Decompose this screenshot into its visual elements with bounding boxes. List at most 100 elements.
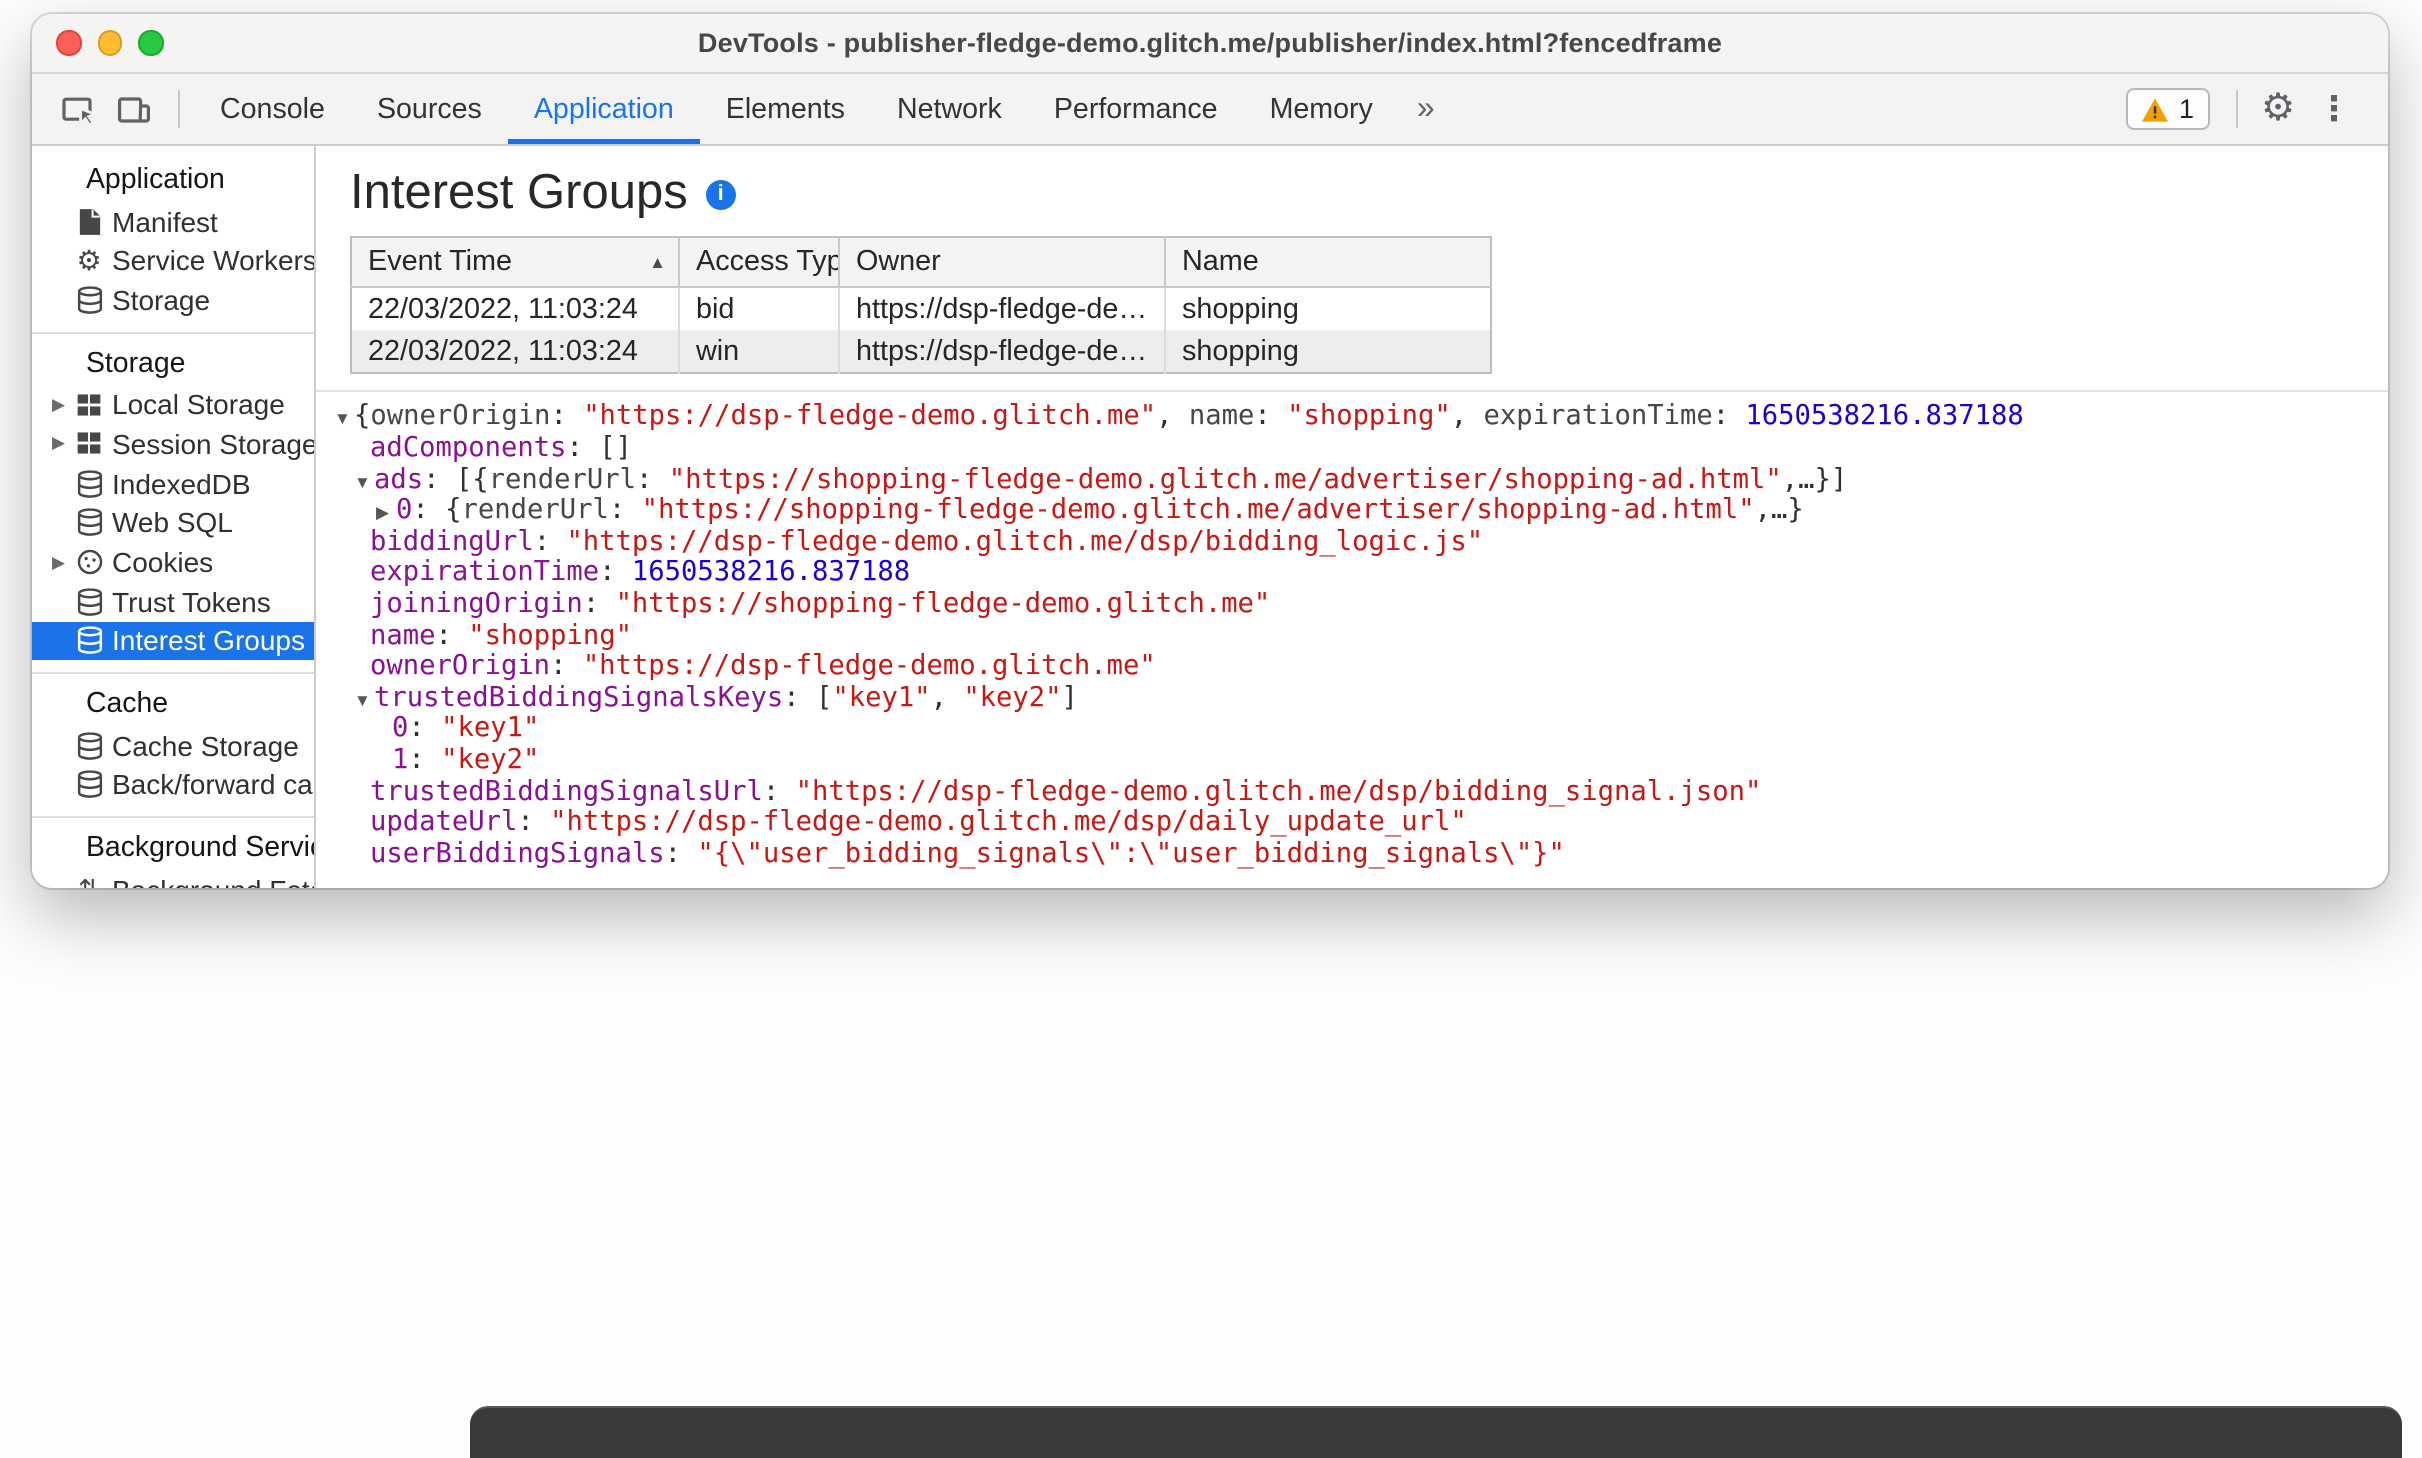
table-row[interactable]: 22/03/2022, 11:03:24 win https://dsp-fledg… xyxy=(351,330,1491,374)
sidebar-item-label: Back/forward cache xyxy=(112,768,314,801)
json-prop: adComponents xyxy=(370,431,567,464)
expand-arrow-icon[interactable]: ▶ xyxy=(52,433,74,455)
json-plain: : xyxy=(664,837,698,870)
sidebar-item-storage[interactable]: Storage xyxy=(32,280,314,319)
json-prop: 0 xyxy=(396,494,413,527)
sidebar-item-background-fetch[interactable]: ⇅ Background Fetch xyxy=(32,870,314,888)
tab-elements[interactable]: Elements xyxy=(700,74,871,144)
table-body: 22/03/2022, 11:03:24 bid https://dsp-fledg… xyxy=(351,287,1491,374)
disclosure-expanded-icon[interactable]: ▼ xyxy=(334,405,354,436)
sidebar-item-label: Session Storage xyxy=(112,427,316,460)
console-warnings-badge[interactable]: 1 xyxy=(2126,88,2210,130)
tree-row[interactable]: ▶ 0: {renderUrl: "https://shopping-fledge… xyxy=(316,494,2388,527)
disclosure-expanded-icon[interactable]: ▼ xyxy=(354,685,374,716)
json-plain: : xyxy=(582,587,616,620)
tab-memory[interactable]: Memory xyxy=(1244,74,1399,144)
devtools-body: Application Manifest ⚙ Service Workers Stora… xyxy=(32,146,2388,888)
column-label: Owner xyxy=(856,246,941,278)
column-header-name[interactable]: Name xyxy=(1165,237,1491,288)
json-plain: ] xyxy=(1061,681,1078,714)
tree-row[interactable]: trustedBiddingSignalsUrl: "https://dsp-f… xyxy=(316,775,2388,808)
table-cell: bid xyxy=(679,287,840,331)
devtools-toolbar: Console Sources Application Elements Network… xyxy=(32,74,2388,146)
tree-row[interactable]: 1: "key2" xyxy=(316,744,2388,777)
tree-row[interactable]: joiningOrigin: "https://shopping-fledge-… xyxy=(316,587,2388,621)
tree-row[interactable]: userBiddingSignals: "{\"user_bidding_sig… xyxy=(316,837,2388,870)
json-plain: : xyxy=(533,525,567,558)
tree-row[interactable]: name: "shopping" xyxy=(316,619,2388,652)
json-plain: : xyxy=(550,650,583,683)
sidebar-item-session-storage[interactable]: ▶ Session Storage xyxy=(32,424,314,463)
info-icon[interactable]: i xyxy=(705,179,736,209)
column-label: Access Type xyxy=(696,246,837,278)
titlebar: DevTools - publisher-fledge-demo.glitch.… xyxy=(32,14,2388,74)
tree-row[interactable]: ▼ ads: [{renderUrl: "https://shopping-fle… xyxy=(316,463,2388,498)
json-prop: ads xyxy=(374,463,424,496)
json-plain: : xyxy=(566,431,600,464)
sidebar-item-local-storage[interactable]: ▶ Local Storage xyxy=(32,385,314,424)
sidebar-item-service-workers[interactable]: ⚙ Service Workers xyxy=(32,241,314,280)
tab-console[interactable]: Console xyxy=(194,74,351,144)
json-str: "shopping" xyxy=(1287,400,1451,433)
tree-row[interactable]: ▼ trustedBiddingSignalsKeys: ["key1", "ke… xyxy=(316,681,2388,716)
document-icon xyxy=(74,205,104,237)
table-cell: https://dsp-fledge-demo.glitch.me xyxy=(839,287,1166,331)
settings-gear-icon[interactable]: ⚙ xyxy=(2252,83,2304,135)
json-plain: : xyxy=(783,681,816,714)
column-header-owner[interactable]: Owner xyxy=(839,237,1166,288)
json-plain: : xyxy=(408,712,442,745)
tab-performance[interactable]: Performance xyxy=(1028,74,1244,144)
tab-application[interactable]: Application xyxy=(508,74,700,144)
toolbar-right-controls: 1 ⚙ ⋮ xyxy=(2126,83,2388,135)
sidebar-item-trust-tokens[interactable]: Trust Tokens xyxy=(32,582,314,621)
sidebar-item-back-forward-cache[interactable]: Back/forward cache xyxy=(32,765,314,804)
warning-icon xyxy=(2142,97,2169,121)
sidebar-item-web-sql[interactable]: Web SQL xyxy=(32,503,314,542)
tree-row[interactable]: expirationTime: 1650538216.837188 xyxy=(316,556,2388,590)
sidebar-item-indexeddb[interactable]: IndexedDB xyxy=(32,464,314,503)
json-str: "https://shopping-fledge-demo.glitch.me/… xyxy=(641,494,1755,527)
table-row[interactable]: 22/03/2022, 11:03:24 bid https://dsp-fledg… xyxy=(351,287,1491,331)
sidebar-item-interest-groups[interactable]: Interest Groups xyxy=(32,621,314,661)
sidebar-item-label: Service Workers xyxy=(112,244,316,277)
column-header-access-type[interactable]: Access Type xyxy=(679,237,840,288)
json-plain: : xyxy=(762,775,796,807)
tree-row[interactable]: adComponents: [] xyxy=(316,431,2388,465)
json-str: "{\"user_bidding_signals\":\"user_biddin… xyxy=(697,837,1565,870)
device-toolbar-icon[interactable] xyxy=(108,83,160,135)
column-label: Event Time xyxy=(368,246,512,278)
expand-arrow-icon[interactable]: ▶ xyxy=(52,394,74,416)
json-plain: , xyxy=(1450,400,1484,433)
sidebar-header-background-services: Background Services xyxy=(86,832,314,865)
sidebar-item-cache-storage[interactable]: Cache Storage xyxy=(32,726,314,765)
json-key: expirationTime xyxy=(1483,400,1713,433)
json-prop: expirationTime xyxy=(370,556,600,589)
more-tabs-button[interactable]: » xyxy=(1399,74,1453,144)
database-icon xyxy=(74,467,104,499)
tab-sources[interactable]: Sources xyxy=(351,74,508,144)
disclosure-expanded-icon[interactable]: ▼ xyxy=(354,467,374,498)
tree-row[interactable]: 0: "key1" xyxy=(316,712,2388,746)
tab-network[interactable]: Network xyxy=(871,74,1028,144)
column-header-event-time[interactable]: Event Time ▲ xyxy=(351,237,680,288)
tree-row[interactable]: updateUrl: "https://dsp-fledge-demo.glit… xyxy=(316,806,2388,839)
sidebar-section-storage: Storage ▶ Local Storage ▶ Session Storage Ind… xyxy=(32,334,314,675)
json-prop: updateUrl xyxy=(370,806,518,839)
sidebar-item-label: Storage xyxy=(112,283,211,316)
tree-row[interactable]: ownerOrigin: "https://dsp-fledge-demo.gl… xyxy=(316,650,2388,683)
expand-arrow-icon[interactable]: ▶ xyxy=(52,551,74,573)
json-plain: : xyxy=(423,463,456,496)
sidebar-header-application: Application xyxy=(86,164,225,196)
inspect-element-icon[interactable] xyxy=(52,83,104,135)
sidebar-item-manifest[interactable]: Manifest xyxy=(32,201,314,240)
json-str: "https://dsp-fledge-demo.glitch.me/dsp/b… xyxy=(566,525,1484,558)
table-cell: https://dsp-fledge-demo.glitch.me xyxy=(839,330,1166,374)
more-options-menu-icon[interactable]: ⋮ xyxy=(2308,83,2360,135)
gear-icon: ⚙ xyxy=(76,244,102,277)
json-plain: ,…} xyxy=(1754,494,1804,527)
sidebar-item-cookies[interactable]: ▶ Cookies xyxy=(32,542,314,581)
table-cell: win xyxy=(679,330,840,374)
tree-row[interactable]: biddingUrl: "https://dsp-fledge-demo.gli… xyxy=(316,525,2388,559)
table-cell: shopping xyxy=(1182,293,1299,326)
tree-row[interactable]: ▼ {ownerOrigin: "https://dsp-fledge-demo.… xyxy=(316,400,2388,436)
